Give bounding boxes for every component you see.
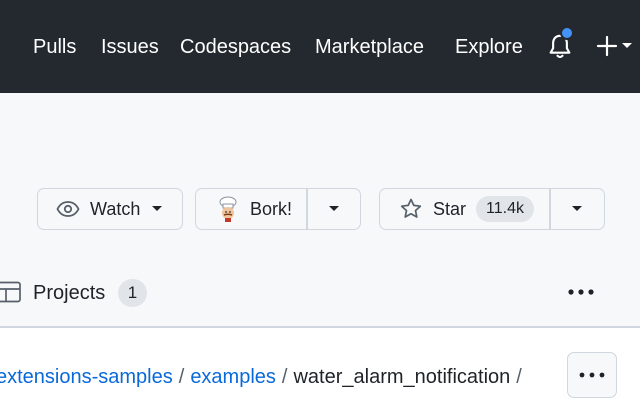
nav-link-codespaces[interactable]: Codespaces [180,35,291,59]
chevron-down-icon [328,206,339,211]
breadcrumb-separator: / [281,366,288,388]
nav-link-marketplace[interactable]: Marketplace [315,35,424,59]
more-icon[interactable] [565,281,597,303]
fork-button[interactable]: Bork! [196,189,306,229]
fork-button-group: Bork! [195,188,361,230]
star-button-group: Star 11.4k [379,188,605,230]
chevron-down-icon [152,206,163,211]
breadcrumb-separator: / [516,366,522,388]
star-icon [400,198,422,218]
eye-icon [56,201,80,217]
fork-dropdown[interactable] [308,189,361,229]
plus-icon[interactable] [595,34,619,58]
breadcrumb-link-examples[interactable]: examples [190,366,276,388]
tab-projects[interactable]: Projects [33,282,105,305]
star-button[interactable]: Star 11.4k [380,189,549,229]
star-label: Star [433,198,467,219]
nav-link-explore[interactable]: Explore [455,35,523,59]
top-navigation-bar: Pulls Issues Codespaces Marketplace Expl… [0,0,640,93]
table-icon [0,281,21,303]
watch-label: Watch [90,198,141,219]
fork-label: Bork! [250,198,293,219]
more-icon [579,372,605,378]
breadcrumb-current: water_alarm_notification [293,366,511,388]
chef-icon [219,196,237,222]
breadcrumb-separator: / [178,366,185,388]
chevron-down-icon[interactable] [621,42,633,50]
breadcrumb: extensions-samples / examples / water_alarm_… [0,366,528,389]
star-dropdown[interactable] [551,189,605,229]
projects-count: 1 [118,279,147,307]
nav-link-issues[interactable]: Issues [101,35,159,59]
nav-link-pulls[interactable]: Pulls [33,35,76,59]
star-count: 11.4k [476,196,534,222]
breadcrumb-link-repo[interactable]: extensions-samples [0,366,173,388]
more-options-button[interactable] [567,352,617,398]
file-content-area [0,328,640,400]
notification-dot [560,26,574,40]
chevron-down-icon [572,206,583,211]
watch-button[interactable]: Watch [37,188,183,230]
